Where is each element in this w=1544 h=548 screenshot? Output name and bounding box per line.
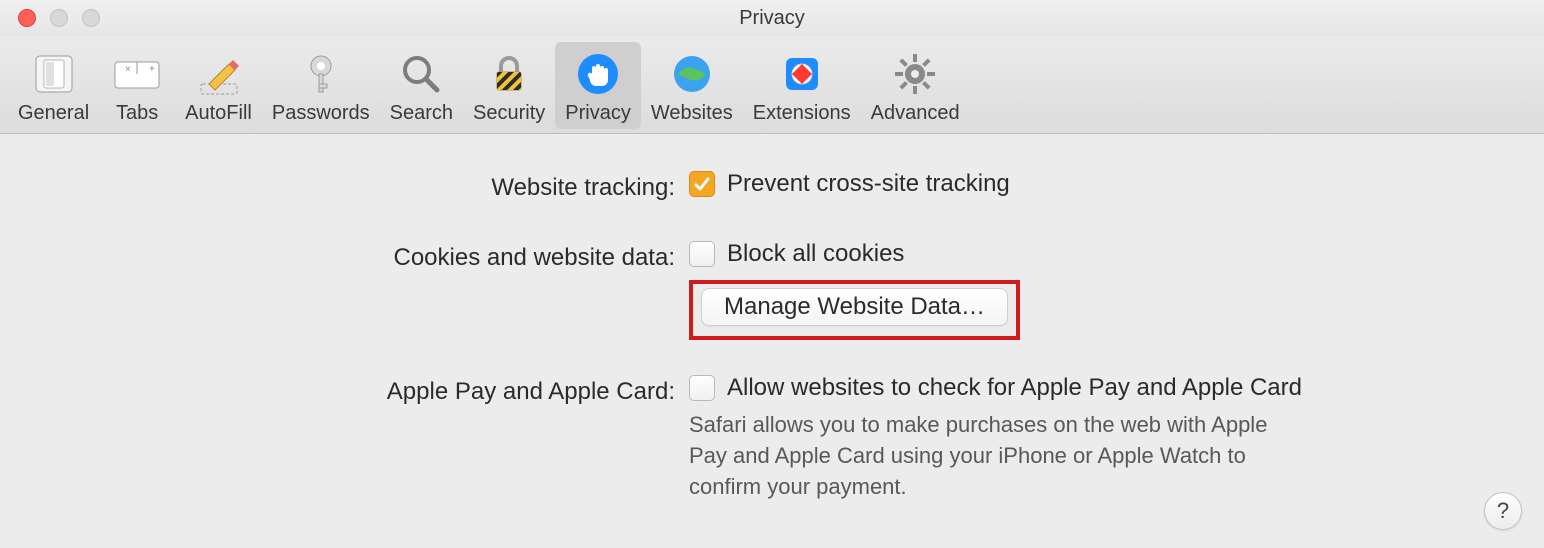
section-label: Cookies and website data: [40,240,675,272]
toolbar-item-label: Security [473,102,545,125]
toolbar-item-privacy[interactable]: Privacy [555,42,641,129]
svg-text:+: + [149,64,155,75]
toolbar-item-advanced[interactable]: Advanced [861,42,970,129]
tabs-icon: × + [109,46,165,102]
apple-pay-help-text: Safari allows you to make purchases on t… [689,410,1309,502]
toolbar-item-label: Extensions [753,102,851,125]
pencil-icon [191,46,247,102]
toolbar-item-label: Privacy [565,102,631,125]
puzzle-icon [774,46,830,102]
toolbar-item-label: Websites [651,102,733,125]
manage-website-data-button[interactable]: Manage Website Data… [701,288,1008,326]
svg-text:×: × [125,64,131,75]
allow-apple-pay-check-checkbox[interactable] [689,375,715,401]
privacy-pane: Website tracking: Prevent cross-site tra… [0,134,1544,522]
question-mark-icon: ? [1497,498,1509,524]
toolbar-item-label: Search [390,102,453,125]
checkbox-label: Allow websites to check for Apple Pay an… [727,374,1302,402]
window-title: Privacy [0,7,1544,30]
toolbar-item-security[interactable]: Security [463,42,555,129]
toolbar-item-label: General [18,102,89,125]
section-label: Apple Pay and Apple Card: [40,374,675,406]
toolbar-item-label: Tabs [116,102,158,125]
prevent-cross-site-tracking-checkbox[interactable] [689,171,715,197]
checkbox-label: Block all cookies [727,240,904,268]
toolbar-item-websites[interactable]: Websites [641,42,743,129]
switch-icon [26,46,82,102]
help-button[interactable]: ? [1484,492,1522,530]
key-icon [293,46,349,102]
highlight-box: Manage Website Data… [689,280,1020,340]
toolbar-item-label: Passwords [272,102,370,125]
toolbar-item-label: Advanced [871,102,960,125]
toolbar-item-autofill[interactable]: AutoFill [175,42,262,129]
toolbar-item-passwords[interactable]: Passwords [262,42,380,129]
section-apple-pay: Apple Pay and Apple Card: Allow websites… [40,374,1504,502]
gear-icon [887,46,943,102]
section-label: Website tracking: [40,170,675,202]
section-cookies: Cookies and website data: Block all cook… [40,240,1504,340]
toolbar-item-general[interactable]: General [8,42,99,129]
hand-icon [570,46,626,102]
preferences-toolbar: General × + Tabs AutoFill [0,36,1544,134]
magnifier-icon [393,46,449,102]
section-website-tracking: Website tracking: Prevent cross-site tra… [40,170,1504,206]
toolbar-item-label: AutoFill [185,102,252,125]
toolbar-item-extensions[interactable]: Extensions [743,42,861,129]
titlebar: Privacy [0,0,1544,36]
globe-icon [664,46,720,102]
checkbox-label: Prevent cross-site tracking [727,170,1010,198]
toolbar-item-search[interactable]: Search [380,42,463,129]
lock-icon [481,46,537,102]
block-all-cookies-checkbox[interactable] [689,241,715,267]
toolbar-item-tabs[interactable]: × + Tabs [99,42,175,129]
